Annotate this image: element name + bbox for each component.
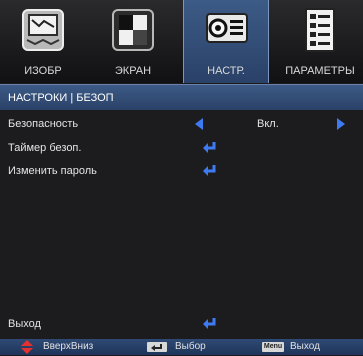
tab-screen-label: ЭКРАН: [114, 65, 152, 77]
security-row[interactable]: Безопасность Вкл.: [0, 113, 363, 135]
tab-image-label: ИЗОБР: [24, 65, 62, 77]
security-timer-row[interactable]: Таймер безоп.: [0, 137, 363, 159]
tab-image[interactable]: ИЗОБР: [0, 0, 86, 83]
change-password-label: Изменить пароль: [8, 165, 97, 177]
tab-options[interactable]: ПАРАМЕТРЫ: [277, 0, 363, 83]
options-document-icon: [305, 8, 335, 52]
arrow-right-icon[interactable]: [337, 118, 345, 130]
security-timer-label: Таймер безоп.: [8, 142, 82, 154]
footer-exit-label: Выход: [290, 341, 320, 352]
footer-updown-label: ВверхВниз: [43, 341, 94, 352]
tab-setup-label: НАСТР.: [207, 65, 245, 77]
arrow-left-icon[interactable]: [195, 118, 203, 130]
projector-setup-icon: [206, 13, 248, 43]
tab-setup[interactable]: НАСТР.: [183, 0, 269, 83]
menu-key-icon: Menu: [262, 342, 284, 352]
enter-key-icon: [147, 342, 167, 352]
section-title: НАСТРОКИ | БЕЗОП: [0, 84, 363, 110]
enter-icon: [203, 142, 216, 153]
up-down-icon: [21, 340, 33, 354]
exit-row[interactable]: Выход: [0, 313, 363, 335]
enter-icon: [203, 318, 216, 329]
security-value: Вкл.: [257, 118, 279, 130]
tab-screen[interactable]: ЭКРАН: [90, 0, 176, 83]
security-label: Безопасность: [8, 118, 79, 130]
settings-panel: Безопасность Вкл. Таймер безоп. Изменить…: [0, 110, 363, 339]
footer-select-label: Выбор: [175, 341, 206, 352]
menu-tabs: ИЗОБР ЭКРАН НАСТР. ПАРАМЕТРЫ: [0, 0, 363, 83]
tab-options-label: ПАРАМЕТРЫ: [285, 65, 355, 77]
footer-hints: ВверхВниз Выбор Menu Выход: [0, 339, 363, 355]
image-settings-icon: [22, 9, 64, 51]
exit-label: Выход: [8, 318, 41, 330]
change-password-row[interactable]: Изменить пароль: [0, 160, 363, 182]
enter-icon: [203, 165, 216, 176]
screen-icon: [112, 9, 154, 51]
